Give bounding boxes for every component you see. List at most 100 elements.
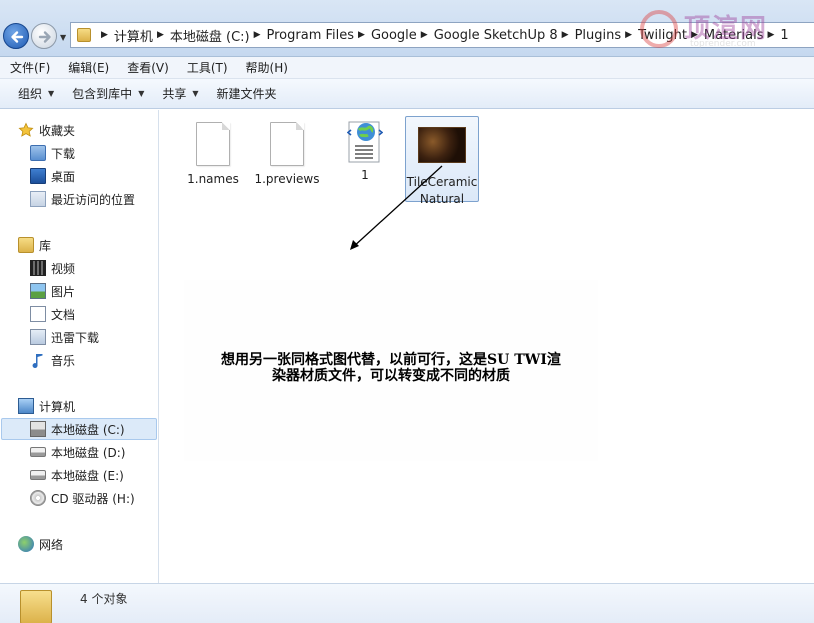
forward-button[interactable] <box>31 23 57 49</box>
annotation-line-2: 染器材质文件，可以转变成不同的材质 <box>272 368 510 384</box>
nav-drive-e[interactable]: 本地磁盘 (E:) <box>30 464 124 486</box>
file-name: 1.previews <box>254 172 320 186</box>
arrow-left-icon <box>11 31 24 43</box>
nav-pictures[interactable]: 图片 <box>30 280 75 302</box>
menu-file[interactable]: 文件(F) <box>0 59 58 76</box>
file-name: 1 <box>361 168 369 182</box>
recent-pages-dropdown-icon[interactable]: ▼ <box>60 33 66 42</box>
menu-tools[interactable]: 工具(T) <box>177 59 236 76</box>
breadcrumb-plugins[interactable]: Plugins <box>575 28 622 43</box>
watermark-url: toprender.com <box>690 39 756 49</box>
annotation-text: 想用另一张同格式图代替，以前可行，这是SU TWI渲 染器材质文件，可以转变成不… <box>184 352 598 384</box>
breadcrumb-program-files[interactable]: Program Files <box>267 28 355 43</box>
details-pane: 4 个对象 <box>0 583 814 623</box>
nav-desktop-label: 桌面 <box>51 169 76 184</box>
nav-network[interactable]: 网络 <box>18 533 63 555</box>
material-thumbnail <box>418 127 466 163</box>
chevron-down-icon: ▼ <box>138 89 145 98</box>
share-label: 共享 <box>162 87 187 101</box>
star-icon <box>18 122 34 137</box>
annotation-line-1: 想用另一张同格式图代替，以前可行，这是SU TWI渲 <box>221 352 561 368</box>
chevron-right-icon[interactable]: ▶ <box>562 30 569 40</box>
include-library-button[interactable]: 包含到库中 ▼ <box>62 85 152 102</box>
chevron-right-icon[interactable]: ▶ <box>421 30 428 40</box>
navigation-pane: 收藏夹 下载 桌面 最近访问的位置 库 视频 图片 文档 迅雷下载 音乐 计算机 <box>0 110 159 583</box>
nav-drive-c[interactable]: 本地磁盘 (C:) <box>1 418 157 440</box>
cd-drive-icon <box>30 490 46 506</box>
nav-favorites[interactable]: 收藏夹 <box>18 119 75 141</box>
nav-videos[interactable]: 视频 <box>30 257 75 279</box>
nav-documents-label: 文档 <box>51 307 76 322</box>
folder-icon <box>20 590 52 623</box>
command-toolbar: 组织 ▼ 包含到库中 ▼ 共享 ▼ 新建文件夹 <box>0 79 814 109</box>
downloads-folder-icon <box>30 145 46 161</box>
nav-drive-d[interactable]: 本地磁盘 (D:) <box>30 441 125 463</box>
chevron-right-icon[interactable]: ▶ <box>358 30 365 40</box>
nav-drive-c-label: 本地磁盘 (C:) <box>51 422 125 437</box>
menu-help[interactable]: 帮助(H) <box>236 59 296 76</box>
recent-places-icon <box>30 191 46 207</box>
nav-music[interactable]: 音乐 <box>30 349 75 371</box>
document-icon <box>270 122 304 166</box>
file-item-1[interactable]: 1 <box>328 118 402 184</box>
breadcrumb-google[interactable]: Google <box>371 28 417 43</box>
system-drive-icon <box>30 421 46 437</box>
file-item-names[interactable]: 1.names <box>176 122 250 188</box>
nav-pictures-label: 图片 <box>51 284 76 299</box>
file-list-pane[interactable]: 1.names 1.previews 1 TileCeramicNatural <box>160 110 814 583</box>
nav-xunlei-label: 迅雷下载 <box>51 330 100 345</box>
chevron-right-icon[interactable]: ▶ <box>157 30 164 40</box>
arrow-right-icon <box>38 31 51 43</box>
nav-xunlei[interactable]: 迅雷下载 <box>30 326 99 348</box>
nav-downloads[interactable]: 下载 <box>30 142 75 164</box>
document-icon <box>196 122 230 166</box>
hard-drive-icon <box>30 447 46 457</box>
include-library-label: 包含到库中 <box>72 87 133 101</box>
nav-drive-h-label: CD 驱动器 (H:) <box>51 491 135 506</box>
file-name: TileCeramicNatural <box>406 175 478 206</box>
back-button[interactable] <box>3 23 29 49</box>
music-note-icon <box>32 354 43 368</box>
video-icon <box>30 260 46 276</box>
web-document-icon <box>346 118 384 163</box>
nav-libraries[interactable]: 库 <box>18 234 51 256</box>
hard-drive-icon <box>30 470 46 480</box>
file-item-tileceramicnatural[interactable]: TileCeramicNatural <box>405 116 479 206</box>
nav-drive-d-label: 本地磁盘 (D:) <box>51 445 126 460</box>
nav-favorites-label: 收藏夹 <box>39 123 76 138</box>
organize-button[interactable]: 组织 ▼ <box>8 85 62 102</box>
nav-desktop[interactable]: 桌面 <box>30 165 75 187</box>
nav-drive-e-label: 本地磁盘 (E:) <box>51 468 124 483</box>
folder-icon <box>77 28 91 42</box>
item-count: 4 个对象 <box>80 592 128 606</box>
organize-label: 组织 <box>18 87 43 101</box>
breadcrumb-computer[interactable]: 计算机 <box>114 26 153 45</box>
nav-drive-h[interactable]: CD 驱动器 (H:) <box>30 487 135 509</box>
breadcrumb-sketchup[interactable]: Google SketchUp 8 <box>434 28 558 43</box>
nav-computer[interactable]: 计算机 <box>18 395 75 417</box>
chevron-down-icon: ▼ <box>48 89 55 98</box>
nav-documents[interactable]: 文档 <box>30 303 75 325</box>
file-item-previews[interactable]: 1.previews <box>250 122 324 188</box>
nav-network-label: 网络 <box>39 537 64 552</box>
nav-downloads-label: 下载 <box>51 146 76 161</box>
library-icon <box>18 237 34 253</box>
watermark-logo: 顶渲网 toprender.com <box>640 8 810 52</box>
menu-view[interactable]: 查看(V) <box>117 59 177 76</box>
documents-icon <box>30 306 46 322</box>
share-button[interactable]: 共享 ▼ <box>152 85 206 102</box>
watermark-circle-icon <box>640 10 678 48</box>
chevron-right-icon[interactable]: ▶ <box>254 30 261 40</box>
desktop-icon <box>30 168 46 184</box>
menu-bar: 文件(F) 编辑(E) 查看(V) 工具(T) 帮助(H) <box>0 57 814 79</box>
chevron-right-icon[interactable]: ▶ <box>101 30 108 40</box>
chevron-right-icon[interactable]: ▶ <box>625 30 632 40</box>
nav-computer-label: 计算机 <box>39 399 76 414</box>
breadcrumb-drive-c[interactable]: 本地磁盘 (C:) <box>170 26 250 45</box>
nav-recent[interactable]: 最近访问的位置 <box>30 188 135 210</box>
pictures-icon <box>30 283 46 299</box>
nav-libraries-label: 库 <box>39 238 52 253</box>
menu-edit[interactable]: 编辑(E) <box>58 59 117 76</box>
new-folder-button[interactable]: 新建文件夹 <box>207 85 285 102</box>
nav-recent-label: 最近访问的位置 <box>51 192 136 207</box>
